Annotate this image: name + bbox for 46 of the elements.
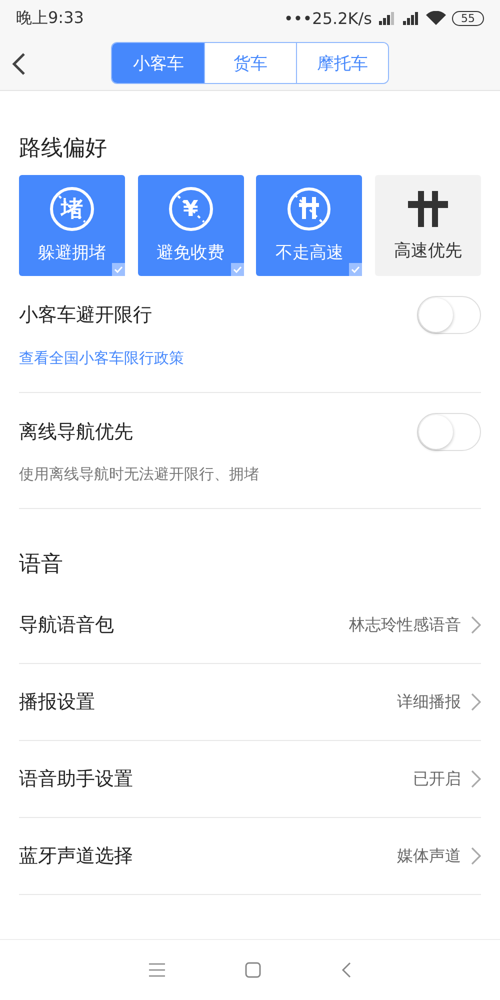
signal-icon: [402, 11, 420, 25]
section-title: 路线偏好: [19, 135, 108, 163]
setting-value: 详细播报: [397, 692, 461, 712]
icon-glyph: ¥: [183, 196, 198, 222]
settings-row[interactable]: 播报设置 详细播报: [19, 664, 481, 741]
setting-label: 小客车避开限行: [19, 303, 152, 328]
setting-note: 使用离线导航时无法避开限行、拥堵: [19, 465, 260, 484]
settings-row[interactable]: 蓝牙声道选择 媒体声道: [19, 818, 481, 895]
route-option[interactable]: 堵 躲避拥堵: [19, 175, 125, 276]
section-title: 语音: [19, 551, 64, 579]
check-icon: [112, 263, 125, 276]
chevron-right-icon: [471, 693, 481, 711]
route-option[interactable]: 高速优先: [374, 175, 481, 276]
wifi-icon: [426, 10, 446, 26]
icon-glyph: 堵: [61, 196, 83, 224]
setting-value: 已开启: [413, 768, 461, 790]
network-speed: •••25.2K/s: [284, 8, 372, 28]
route-option[interactable]: ¥ 避免收费: [138, 175, 244, 276]
chevron-right-icon: [471, 770, 481, 788]
chevron-right-icon: [471, 616, 481, 634]
signal-icon: [378, 11, 396, 25]
setting-value: 媒体声道: [397, 846, 461, 866]
chevron-right-icon: [471, 847, 481, 865]
vehicle-tab[interactable]: 摩托车: [296, 43, 388, 83]
back-nav-button[interactable]: [341, 962, 351, 978]
no-highway-icon: [287, 187, 332, 231]
home-button[interactable]: [245, 962, 261, 978]
menu-button[interactable]: [149, 963, 165, 977]
settings-row[interactable]: 语音助手设置 已开启: [19, 741, 481, 818]
check-icon: [230, 263, 244, 276]
setting-label: 蓝牙声道选择: [19, 844, 133, 869]
status-time: 晚上9:33: [16, 8, 84, 28]
setting-value: 林志玲性感语音: [349, 614, 461, 636]
highway-icon: [406, 189, 450, 229]
check-icon: [349, 263, 362, 276]
toggle-switch[interactable]: [417, 413, 481, 451]
policy-link[interactable]: 查看全国小客车限行政策: [19, 349, 184, 367]
setting-label: 播报设置: [19, 690, 95, 715]
toggle-switch[interactable]: [417, 296, 481, 334]
setting-label: 导航语音包: [19, 613, 114, 638]
vehicle-tab[interactable]: 小客车: [112, 43, 204, 83]
route-option[interactable]: 不走高速: [256, 175, 362, 276]
battery-icon: 55: [452, 10, 484, 26]
setting-label: 语音助手设置: [19, 767, 133, 792]
setting-label: 离线导航优先: [19, 420, 133, 445]
settings-row[interactable]: 导航语音包 林志玲性感语音: [19, 587, 481, 664]
